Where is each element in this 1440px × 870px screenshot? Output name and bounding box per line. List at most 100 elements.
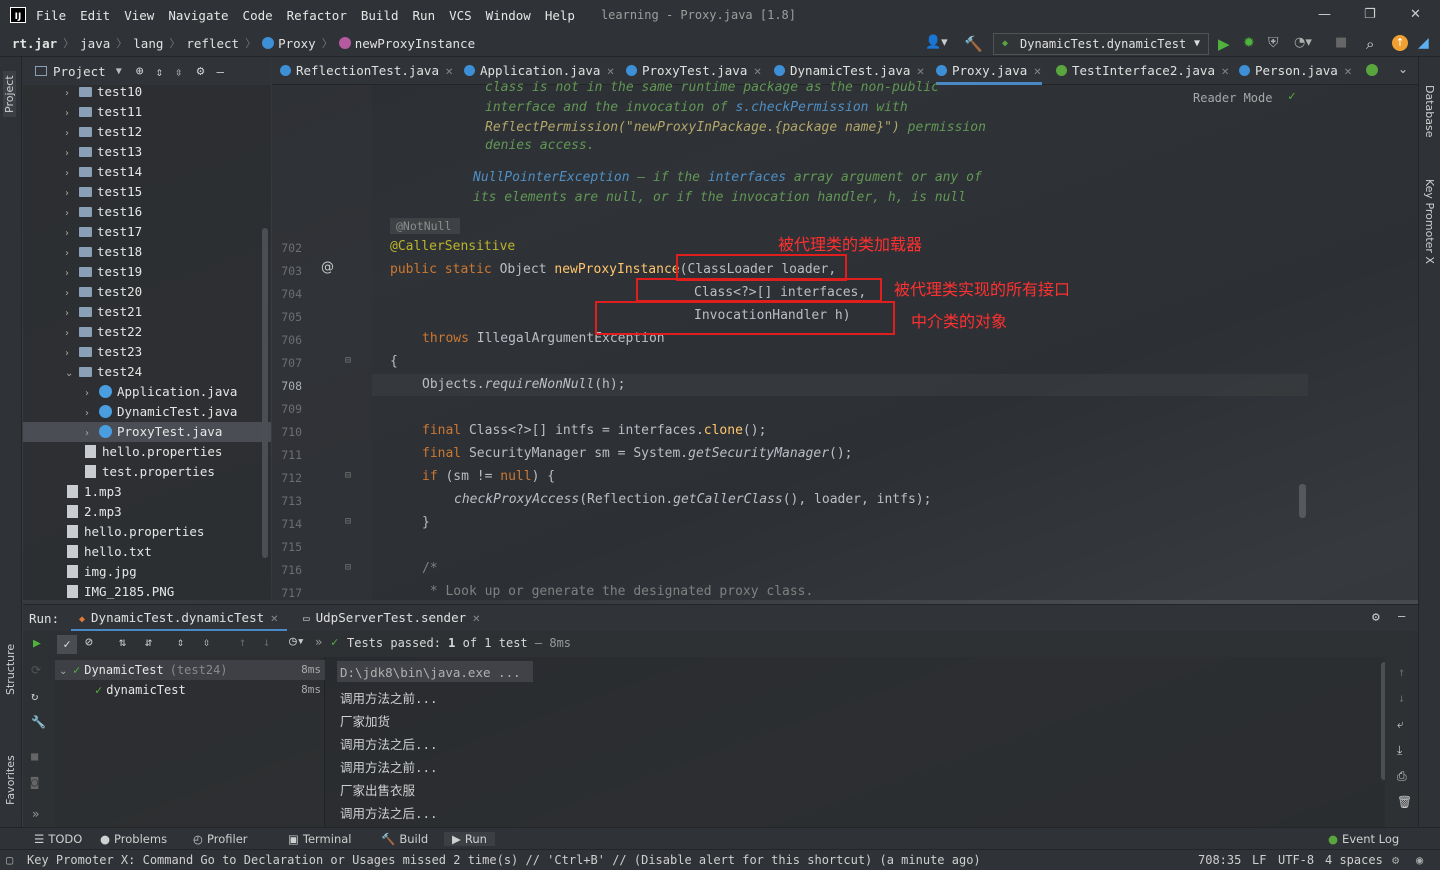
tool-run[interactable]: ▶ Run — [444, 832, 495, 846]
status-message[interactable]: Key Promoter X: Command Go to Declaratio… — [27, 853, 981, 867]
caret-position[interactable]: 708:35 — [1198, 853, 1241, 867]
structure-tool-tab[interactable]: Structure — [4, 644, 17, 695]
sort-alpha-icon[interactable]: ⇅ — [119, 635, 126, 649]
show-ignored-icon[interactable]: ⊘ — [85, 635, 93, 650]
breadcrumb-java[interactable]: java — [80, 36, 110, 51]
more-icon[interactable]: » — [32, 807, 39, 821]
toggle-autotest-icon[interactable]: ↻ — [31, 689, 38, 703]
chevron-right-icon[interactable]: › — [65, 264, 79, 284]
menu-code[interactable]: Code — [243, 8, 273, 23]
history-icon[interactable]: ◷▾ — [289, 634, 305, 649]
run-tab-udpservertest[interactable]: ▭ UdpServerTest.sender ✕ — [295, 605, 489, 632]
tree-item[interactable]: › test15 — [23, 182, 142, 202]
settings-icon[interactable]: ⚙ — [1392, 853, 1399, 867]
console-output[interactable] — [325, 657, 1385, 827]
sort-duration-icon[interactable]: ⇵ — [145, 635, 152, 649]
wrench-icon[interactable]: 🔧 — [31, 715, 46, 729]
favorites-tool-tab[interactable]: Favorites — [4, 755, 17, 805]
tree-item[interactable]: › test18 — [23, 242, 142, 262]
tree-item[interactable]: img.jpg — [23, 562, 137, 582]
gear-icon[interactable]: ⚙ — [1372, 610, 1380, 625]
editor-tab[interactable]: TestInterface2.java ✕ — [1056, 57, 1229, 85]
stop-icon[interactable]: ■ — [1335, 35, 1347, 50]
hide-icon[interactable]: — — [216, 64, 224, 79]
chevron-right-icon[interactable]: › — [85, 404, 99, 424]
tree-item[interactable]: › test14 — [23, 162, 142, 182]
chevron-down-icon[interactable]: ⌄ — [65, 364, 79, 384]
coverage-icon[interactable]: ⛨ — [1268, 35, 1279, 51]
close-icon[interactable]: ✕ — [753, 67, 761, 78]
collapse-all-icon[interactable]: ⇳ — [175, 64, 183, 79]
run-configuration-select[interactable]: ◆ DynamicTest.dynamicTest ▼ — [993, 33, 1209, 55]
notifications-icon[interactable]: ◉ — [1416, 853, 1423, 867]
tool-todo[interactable]: ☰ TODO — [34, 832, 82, 846]
menu-build[interactable]: Build — [361, 8, 399, 23]
scroll-to-end-icon[interactable]: ⤓ — [1397, 743, 1402, 758]
key-promoter-tool-tab[interactable]: Key Promoter X — [1423, 179, 1436, 264]
profile-icon[interactable]: ◔▾ — [1294, 35, 1312, 50]
menu-window[interactable]: Window — [486, 8, 531, 23]
menu-edit[interactable]: Edit — [80, 8, 110, 23]
file-encoding[interactable]: UTF-8 — [1278, 853, 1314, 867]
breadcrumb-lang[interactable]: lang — [133, 36, 163, 51]
arrow-up-icon[interactable]: ↑ — [1398, 665, 1405, 679]
editor-tab[interactable]: ReflectionTest.java ✕ — [280, 57, 453, 85]
menu-help[interactable]: Help — [545, 8, 575, 23]
reader-mode-label[interactable]: Reader Mode — [1193, 91, 1272, 105]
chevron-right-icon[interactable]: › — [65, 344, 79, 364]
chevron-right-icon[interactable]: › — [85, 424, 99, 444]
editor-tab[interactable]: Person.java ✕ — [1239, 57, 1352, 85]
run-icon[interactable]: ▶ — [1218, 35, 1230, 53]
status-toggle-icon[interactable]: ▢ — [6, 853, 13, 867]
tree-item[interactable]: hello.txt — [23, 542, 152, 562]
editor-scrollbar[interactable] — [1299, 484, 1306, 518]
tool-profiler[interactable]: ◴ Profiler — [193, 832, 248, 846]
tree-item[interactable]: IMG_2185.PNG — [23, 582, 174, 600]
rerun-failed-icon[interactable]: ⟳ — [31, 663, 41, 677]
chevron-right-icon[interactable]: › — [65, 304, 79, 324]
tool-problems[interactable]: ● Problems — [100, 832, 167, 846]
chevron-right-icon[interactable]: › — [65, 104, 79, 124]
arrow-down-icon[interactable]: ↓ — [263, 635, 270, 649]
test-result-row[interactable]: ⌄ ✓ DynamicTest (test24) 8ms — [55, 660, 325, 680]
chevron-down-icon[interactable]: ⌄ — [59, 662, 73, 682]
menu-vcs[interactable]: VCS — [449, 8, 472, 23]
update-icon[interactable]: ↑ — [1392, 35, 1408, 51]
soft-wrap-icon[interactable]: ⤶ — [1397, 717, 1404, 732]
arrow-up-icon[interactable]: ↑ — [239, 635, 246, 649]
database-tool-tab[interactable]: Database — [1423, 85, 1436, 138]
locate-icon[interactable]: ⊕ — [136, 64, 144, 79]
debug-icon[interactable]: ✹ — [1243, 35, 1255, 51]
chevron-right-icon[interactable]: › — [85, 384, 99, 404]
gear-icon[interactable]: ⚙ — [197, 64, 205, 79]
close-icon[interactable]: ✕ — [1410, 7, 1421, 22]
expand-all-icon[interactable]: ⇕ — [156, 64, 164, 79]
tree-item[interactable]: 1.mp3 — [23, 482, 122, 502]
menu-navigate[interactable]: Navigate — [168, 8, 228, 23]
tool-build[interactable]: 🔨 Build — [381, 832, 428, 846]
tree-item[interactable]: › test10 — [23, 85, 142, 102]
breadcrumb-method[interactable]: newProxyInstance — [355, 36, 475, 51]
close-icon[interactable]: ✕ — [445, 67, 453, 78]
project-tool-tab[interactable]: Project — [3, 71, 16, 117]
camera-icon[interactable]: ◙ — [31, 775, 38, 789]
editor-tab[interactable]: Proxy.java ✕ — [936, 57, 1042, 85]
menu-view[interactable]: View — [124, 8, 154, 23]
close-icon[interactable]: ✕ — [1221, 67, 1229, 78]
print-icon[interactable]: ⎙ — [1397, 769, 1407, 784]
tree-item[interactable]: › test12 — [23, 122, 142, 142]
tree-item[interactable]: test.properties — [23, 462, 215, 482]
tree-item[interactable]: ⌄ test24 — [23, 362, 142, 382]
tool-terminal[interactable]: ▣ Terminal — [288, 832, 351, 846]
tree-item[interactable]: › test22 — [23, 322, 142, 342]
override-marker-icon[interactable]: @ — [321, 260, 334, 275]
hide-icon[interactable]: — — [1398, 609, 1405, 623]
close-icon[interactable]: ✕ — [606, 67, 614, 78]
chevron-right-icon[interactable]: › — [65, 184, 79, 204]
tree-item[interactable]: › test17 — [23, 222, 142, 242]
expand-all-icon[interactable]: ⇕ — [177, 635, 184, 649]
chevron-right-icon[interactable]: › — [65, 284, 79, 304]
trash-icon[interactable]: 🗑 — [1397, 795, 1412, 809]
tree-item[interactable]: › test21 — [23, 302, 142, 322]
chevron-right-icon[interactable]: › — [65, 324, 79, 344]
